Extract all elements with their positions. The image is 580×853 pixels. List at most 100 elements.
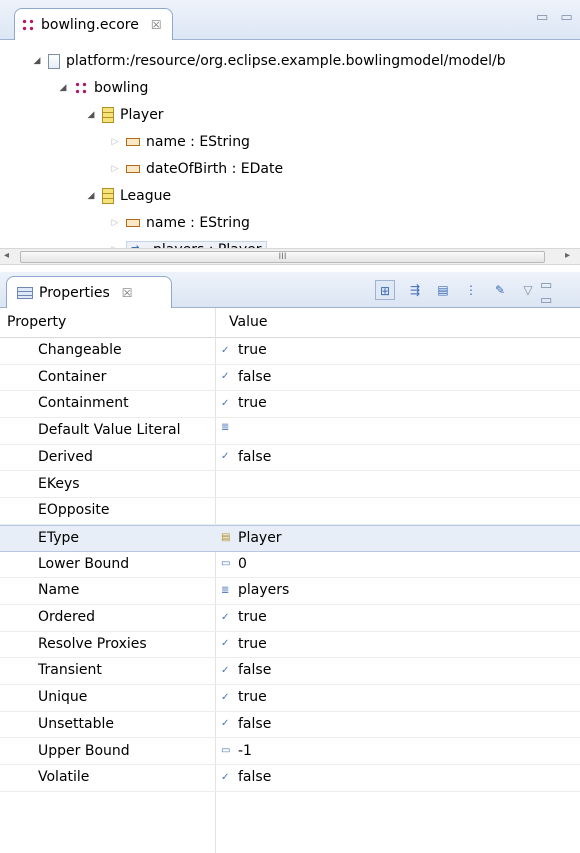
property-name: Lower Bound xyxy=(38,555,130,572)
property-value[interactable]: ✓ true xyxy=(221,342,267,358)
table-row[interactable]: EType ▤ Player xyxy=(0,524,580,552)
property-value[interactable]: ✓ false xyxy=(221,716,271,732)
property-value[interactable]: ▭ -1 xyxy=(221,743,252,759)
ecore-editor: bowling.ecore ☒ ▭ ▭ ◢ platform:/resource… xyxy=(0,0,580,272)
properties-tab[interactable]: Properties ☒ xyxy=(6,276,172,308)
boolean-icon: ✓ xyxy=(221,664,230,676)
property-value[interactable]: ✓ true xyxy=(221,609,267,625)
property-name: Resolve Proxies xyxy=(38,635,147,652)
tree-item-package[interactable]: ◢ bowling xyxy=(58,76,149,100)
boolean-icon: ✓ xyxy=(221,344,230,356)
collapsed-arrow-icon[interactable]: ▷ xyxy=(110,164,120,174)
table-row[interactable]: Default Value Literal ≣ xyxy=(0,418,580,445)
property-name: Derived xyxy=(38,448,93,465)
property-value-text: false xyxy=(238,715,272,732)
boolean-icon: ✓ xyxy=(221,611,230,623)
tree-item-label: bowling xyxy=(94,80,149,96)
table-row[interactable]: Ordered ✓ true xyxy=(0,605,580,632)
tree-item-resource[interactable]: ◢ platform:/resource/org.eclipse.example… xyxy=(32,49,506,73)
filter-advanced-icon[interactable]: ⇶ xyxy=(405,280,425,300)
table-row[interactable]: Name ≣ players xyxy=(0,578,580,605)
integer-icon: ▭ xyxy=(221,558,231,570)
properties-tab-bar: Properties ☒ ⊞ ⇶ ▤ ⋮ ✎ ▽ ▭ ▭ xyxy=(0,272,580,308)
table-row[interactable]: Changeable ✓ true xyxy=(0,338,580,365)
property-value-text: true xyxy=(238,689,267,706)
table-row[interactable]: Lower Bound ▭ 0 xyxy=(0,552,580,579)
table-row[interactable]: Volatile ✓ false xyxy=(0,765,580,792)
table-row[interactable]: Container ✓ false xyxy=(0,365,580,392)
class-icon: ▤ xyxy=(221,532,231,544)
property-name: Ordered xyxy=(38,609,95,625)
property-value[interactable]: ✓ true xyxy=(221,636,267,652)
categories-toggle-icon[interactable]: ⊞ xyxy=(375,280,395,300)
collapsed-arrow-icon[interactable]: ▷ xyxy=(110,137,120,147)
table-row[interactable]: Transient ✓ false xyxy=(0,658,580,686)
property-value[interactable]: ✓ false xyxy=(221,369,271,385)
property-name: Volatile xyxy=(38,769,90,786)
file-icon xyxy=(48,53,60,69)
attribute-icon xyxy=(126,138,140,146)
property-value-text: false xyxy=(238,662,272,679)
class-icon xyxy=(102,188,114,204)
view-menu-icon[interactable]: ▽ xyxy=(518,280,538,300)
expand-arrow-icon[interactable]: ◢ xyxy=(58,83,68,93)
property-value-text: 0 xyxy=(238,555,247,572)
tree-item-label: dateOfBirth : EDate xyxy=(146,161,284,177)
expand-arrow-icon[interactable]: ◢ xyxy=(86,191,96,201)
tree-item-class[interactable]: ◢ League xyxy=(86,184,171,208)
property-value[interactable]: ▤ Player xyxy=(221,530,282,546)
tree-toggle-icon[interactable]: ⋮ xyxy=(461,280,481,300)
property-value-text: -1 xyxy=(238,742,252,759)
tree-item-attribute[interactable]: ▷ name : EString xyxy=(110,211,250,235)
property-value-text: false xyxy=(238,368,272,385)
class-icon xyxy=(102,107,114,123)
property-name: Container xyxy=(38,368,107,385)
property-value[interactable]: ▭ 0 xyxy=(221,556,247,572)
property-value[interactable]: ✓ false xyxy=(221,769,271,785)
boolean-icon: ✓ xyxy=(221,371,230,383)
property-value-text: players xyxy=(238,582,290,599)
tree-item-label: Player xyxy=(120,107,164,123)
horizontal-scrollbar[interactable]: ◂ III ▸ xyxy=(0,248,580,265)
scroll-right-icon[interactable]: ▸ xyxy=(565,250,570,261)
scrollbar-thumb[interactable]: III xyxy=(20,251,545,263)
restore-default-icon[interactable]: ▤ xyxy=(433,280,453,300)
property-value[interactable]: ≣ players xyxy=(221,582,289,598)
table-row[interactable]: Resolve Proxies ✓ true xyxy=(0,632,580,659)
tree-item-attribute[interactable]: ▷ dateOfBirth : EDate xyxy=(110,157,284,181)
table-row[interactable]: Containment ✓ true xyxy=(0,391,580,419)
tree-item-class[interactable]: ◢ Player xyxy=(86,103,164,127)
pin-icon[interactable]: ✎ xyxy=(490,280,510,300)
property-value[interactable]: ✓ true xyxy=(221,689,267,705)
property-value-text: false xyxy=(238,769,272,786)
close-tab-icon[interactable]: ☒ xyxy=(122,286,133,300)
properties-view: Properties ☒ ⊞ ⇶ ▤ ⋮ ✎ ▽ ▭ ▭ Property Va… xyxy=(0,272,580,853)
window-controls-icon[interactable]: ▭ ▭ xyxy=(540,278,580,308)
property-value[interactable]: ✓ false xyxy=(221,449,271,465)
table-row[interactable]: Derived ✓ false xyxy=(0,445,580,472)
property-value-text: true xyxy=(238,342,267,358)
scroll-left-icon[interactable]: ◂ xyxy=(4,250,9,261)
boolean-icon: ✓ xyxy=(221,451,230,463)
boolean-icon: ✓ xyxy=(221,397,230,409)
column-header-property[interactable]: Property xyxy=(7,314,66,330)
table-row[interactable]: Unique ✓ true xyxy=(0,685,580,712)
property-value[interactable]: ✓ true xyxy=(221,395,267,411)
table-row[interactable]: Unsettable ✓ false xyxy=(0,712,580,739)
editor-tab-title: bowling.ecore xyxy=(41,16,139,33)
editor-tab[interactable]: bowling.ecore ☒ xyxy=(14,8,173,40)
property-value[interactable]: ≣ xyxy=(221,422,238,433)
expand-arrow-icon[interactable]: ◢ xyxy=(32,56,42,66)
close-tab-icon[interactable]: ☒ xyxy=(151,18,162,32)
table-row[interactable]: EKeys xyxy=(0,472,580,499)
window-controls-icon[interactable]: ▭ ▭ xyxy=(536,10,577,25)
editor-tab-bar: bowling.ecore ☒ ▭ ▭ xyxy=(0,0,580,40)
expand-arrow-icon[interactable]: ◢ xyxy=(86,110,96,120)
collapsed-arrow-icon[interactable]: ▷ xyxy=(110,218,120,228)
property-value[interactable]: ✓ false xyxy=(221,662,271,678)
tree-item-attribute[interactable]: ▷ name : EString xyxy=(110,130,250,154)
column-header-value[interactable]: Value xyxy=(229,314,267,330)
table-row[interactable]: EOpposite xyxy=(0,498,580,525)
table-row[interactable]: Upper Bound ▭ -1 xyxy=(0,739,580,766)
properties-tab-title: Properties xyxy=(39,284,110,301)
